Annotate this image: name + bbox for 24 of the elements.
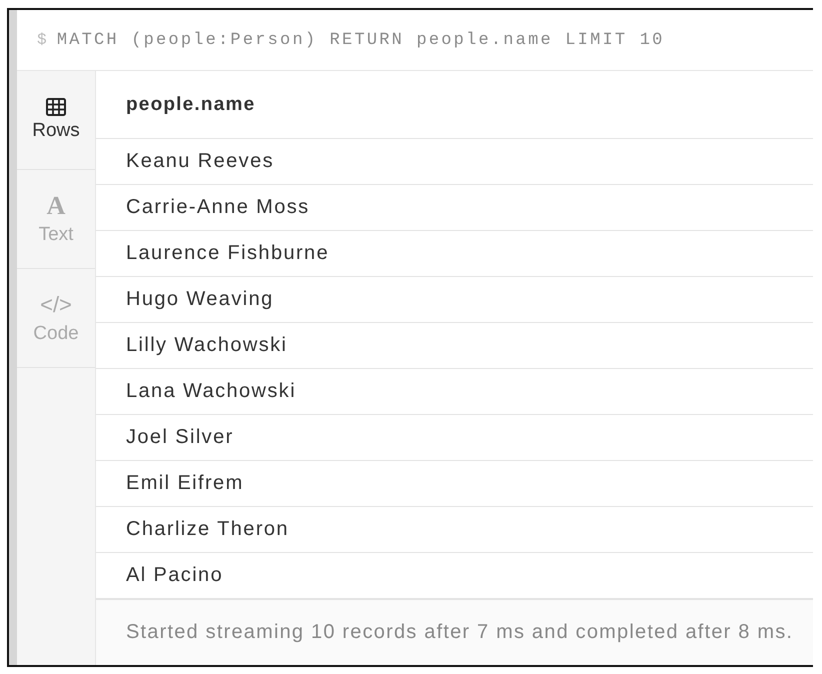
view-tab[interactable]: Rows — [17, 71, 95, 170]
table-cell: Lilly Wachowski — [126, 334, 288, 357]
table-cell: Joel Silver — [126, 426, 234, 449]
view-tab[interactable]: A Text — [17, 170, 95, 269]
tab-label: Rows — [32, 120, 80, 142]
table-icon — [46, 98, 66, 116]
table-cell: Charlize Theron — [126, 518, 289, 541]
table-cell: Al Pacino — [126, 564, 224, 587]
table-cell: Hugo Weaving — [126, 288, 274, 311]
status-text: Started streaming 10 records after 7 ms and completed after 8 ms. — [126, 621, 794, 644]
table-cell: Emil Eifrem — [126, 472, 244, 495]
column-header: people.name — [126, 94, 256, 116]
table-cell: Lana Wachowski — [126, 380, 296, 403]
query-bar[interactable]: $ MATCH (people:Person) RETURN people.name LIMIT 10 — [17, 10, 813, 71]
tab-label: Code — [33, 323, 79, 345]
prompt-sign: $ — [37, 31, 49, 49]
query-text: MATCH (people:Person) RETURN people.name LIMIT 10 — [56, 30, 664, 50]
letter-icon: A — [46, 192, 66, 220]
code-icon: </> — [40, 291, 72, 319]
table-cell: Carrie-Anne Moss — [126, 196, 310, 219]
tab-label: Text — [38, 224, 74, 246]
view-tab[interactable]: </> Code — [17, 269, 95, 368]
table-cell: Keanu Reeves — [126, 150, 274, 173]
table-cell: Laurence Fishburne — [126, 242, 330, 265]
